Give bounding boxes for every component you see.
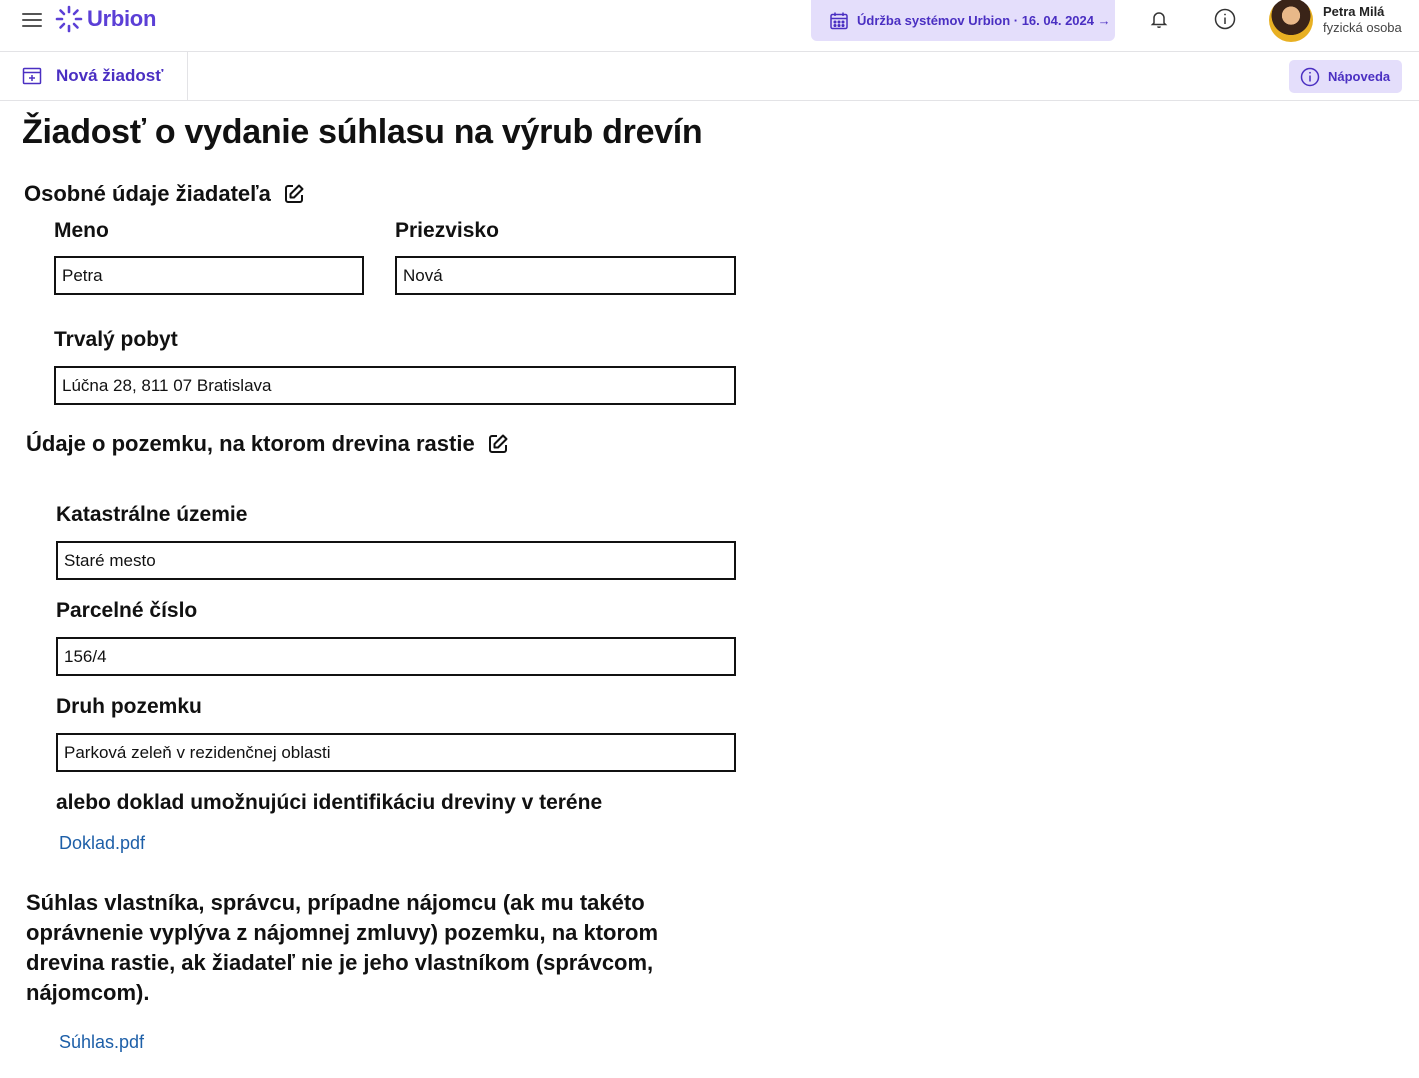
address-field[interactable] [54,366,736,405]
address-label: Trvalý pobyt [54,328,178,351]
calendar-icon [830,12,848,29]
new-request-tab[interactable]: Nová žiadosť [0,52,188,100]
cadastre-field[interactable] [56,541,736,580]
last-name-field[interactable] [395,256,736,295]
info-icon [1300,67,1320,86]
help-button[interactable]: Nápoveda [1289,60,1402,93]
parcel-label: Parcelné číslo [56,599,198,622]
new-request-label: Nová žiadosť [56,66,164,85]
applicant-section-label: Osobné údaje žiadateľa [24,181,271,206]
land-section-title: Údaje o pozemku, na ktorom drevina rasti… [26,431,509,457]
cadastre-label: Katastrálne územie [56,503,248,526]
applicant-section-title: Osobné údaje žiadateľa [24,181,305,207]
help-label: Nápoveda [1328,69,1391,84]
edit-icon[interactable] [283,183,305,205]
maintenance-banner[interactable]: Údržba systémov Urbion · 16. 04. 2024 → [811,0,1115,41]
parcel-field[interactable] [56,637,736,676]
logo-icon [55,5,83,33]
land-type-label: Druh pozemku [56,695,202,718]
user-info[interactable]: Petra Milá fyzická osoba [1323,4,1402,36]
logo[interactable]: Urbion [55,4,156,34]
info-icon[interactable] [1213,7,1237,31]
land-section-label: Údaje o pozemku, na ktorom drevina rasti… [26,431,475,456]
consent-file-link[interactable]: Súhlas.pdf [59,1032,144,1053]
document-label: alebo doklad umožnujúci identifikáciu dr… [56,791,603,814]
edit-icon[interactable] [487,433,509,455]
top-bar: Urbion Údržba systémov Urbion · 16. 04. … [0,0,1419,52]
land-type-field[interactable] [56,733,736,772]
user-role: fyzická osoba [1323,20,1402,35]
menu-icon[interactable] [22,13,42,27]
last-name-label: Priezvisko [395,219,499,242]
logo-text: Urbion [87,6,157,31]
maintenance-text: Údržba systémov Urbion · 16. 04. 2024 → [857,13,1111,28]
bell-icon[interactable] [1147,7,1171,31]
avatar[interactable] [1269,0,1313,42]
first-name-field[interactable] [54,256,364,295]
sub-bar: Nová žiadosť Nápoveda [0,52,1419,101]
page-title: Žiadosť o vydanie súhlasu na výrub dreví… [22,113,703,151]
document-file-link[interactable]: Doklad.pdf [59,833,145,854]
user-name: Petra Milá [1323,4,1385,19]
first-name-label: Meno [54,219,109,242]
consent-text: Súhlas vlastníka, správcu, prípadne nájo… [26,890,659,1005]
new-form-icon [22,67,42,85]
